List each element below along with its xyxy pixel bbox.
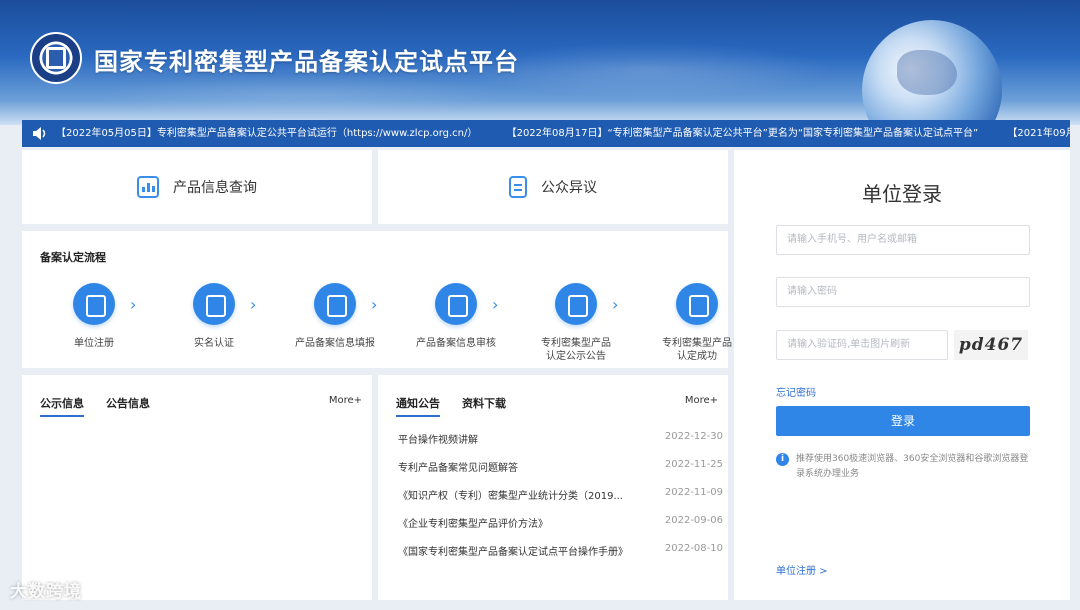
form-edit-icon <box>314 283 356 325</box>
tab-notices[interactable]: 通知公告 <box>396 395 440 417</box>
product-query-button[interactable]: 产品信息查询 <box>22 150 372 224</box>
info-icon: i <box>776 453 789 466</box>
chevron-right-icon: › <box>130 295 137 314</box>
objection-label: 公众异议 <box>541 180 597 196</box>
notice-item[interactable]: 【2022年05月05日】专利密集型产品备案认定公共平台试运行（https://… <box>56 128 477 139</box>
list-item[interactable]: 专利产品备案常见问题解答 2022-11-25 <box>398 459 723 487</box>
step-label: 产品备案信息填报 <box>295 338 375 349</box>
notice-item[interactable]: 【2022年08月17日】“专利密集型产品备案认定公共平台”更名为“国家专利密集… <box>507 128 979 139</box>
list-item[interactable]: 平台操作视频讲解 2022-12-30 <box>398 431 723 459</box>
notice-title[interactable]: 专利产品备案常见问题解答 <box>398 459 518 487</box>
user-check-icon <box>193 283 235 325</box>
notice-item[interactable]: 【2021年09月15日】专利密集型 <box>1007 128 1070 139</box>
list-item[interactable]: 《国家专利密集型产品备案认定试点平台操作手册》 2022-08-10 <box>398 543 723 571</box>
more-link[interactable]: More+ <box>329 395 362 406</box>
step-label: 产品备案信息审核 <box>416 338 496 349</box>
login-title: 单位登录 <box>862 182 942 206</box>
notice-date: 2022-08-10 <box>664 543 723 554</box>
step-label: 专利密集型产品 认定公示公告 <box>541 338 611 362</box>
notices-tabs: 通知公告 资料下载 <box>396 395 506 417</box>
login-button[interactable]: 登录 <box>776 406 1030 436</box>
objection-button[interactable]: 公众异议 <box>378 150 728 224</box>
notice-date: 2022-11-09 <box>664 487 723 498</box>
notice-title[interactable]: 《知识产权（专利）密集型产业统计分类（2019... <box>398 487 623 515</box>
notices-list: 平台操作视频讲解 2022-12-30 专利产品备案常见问题解答 2022-11… <box>398 431 723 571</box>
notice-title[interactable]: 《国家专利密集型产品备案认定试点平台操作手册》 <box>398 543 628 571</box>
product-query-label: 产品信息查询 <box>173 180 257 196</box>
tab-announcement-info[interactable]: 公告信息 <box>106 395 150 417</box>
captcha-image[interactable]: pd467 <box>954 330 1028 360</box>
username-field[interactable]: 请输入手机号、用户名或邮箱 <box>776 225 1030 255</box>
step-register: 单位注册 <box>34 283 154 350</box>
step-label: 单位注册 <box>74 338 114 349</box>
chevron-right-icon: › <box>371 295 378 314</box>
notices-panel: 通知公告 资料下载 More+ 平台操作视频讲解 2022-12-30 专利产品… <box>378 375 728 600</box>
notice-ticker: 【2022年05月05日】专利密集型产品备案认定公共平台试运行（https://… <box>56 120 1070 147</box>
step-label: 实名认证 <box>194 338 234 349</box>
watermark: 大数跨境 <box>10 582 82 602</box>
step-verify: 实名认证 <box>154 283 274 350</box>
chevron-right-icon: › <box>250 295 257 314</box>
chart-icon <box>137 176 159 198</box>
more-link[interactable]: More+ <box>685 395 718 406</box>
public-info-tabs: 公示信息 公告信息 <box>40 395 150 417</box>
globe-image <box>862 20 1002 125</box>
site-title: 国家专利密集型产品备案认定试点平台 <box>94 48 519 76</box>
process-panel: 备案认定流程 单位注册 › 实名认证 › 产品备案信息填报 › 产品备案信息审核… <box>22 231 732 368</box>
notice-title[interactable]: 平台操作视频讲解 <box>398 431 478 459</box>
public-info-panel: 公示信息 公告信息 More+ <box>22 375 372 600</box>
process-steps: 单位注册 › 实名认证 › 产品备案信息填报 › 产品备案信息审核 › 专利密集… <box>34 283 732 373</box>
building-icon <box>73 283 115 325</box>
login-panel: 单位登录 请输入手机号、用户名或邮箱 请输入密码 请输入验证码,单击图片刷新 p… <box>734 150 1070 600</box>
shield-check-icon <box>435 283 477 325</box>
list-item[interactable]: 《企业专利密集型产品评价方法》 2022-09-06 <box>398 515 723 543</box>
step-review: 产品备案信息审核 <box>396 283 516 350</box>
list-item[interactable]: 《知识产权（专利）密集型产业统计分类（2019... 2022-11-09 <box>398 487 723 515</box>
notice-bar: 【2022年05月05日】专利密集型产品备案认定公共平台试运行（https://… <box>22 120 1070 147</box>
process-title: 备案认定流程 <box>40 251 106 264</box>
browser-tip: 推荐使用360极速浏览器、360安全浏览器和谷歌浏览器登录系统办理业务 <box>796 454 1029 479</box>
register-link[interactable]: 单位注册 > <box>776 562 828 577</box>
certificate-icon <box>676 283 718 325</box>
logo-icon <box>30 32 82 84</box>
handshake-icon <box>555 283 597 325</box>
captcha-field[interactable]: 请输入验证码,单击图片刷新 <box>776 330 948 360</box>
speaker-icon <box>33 127 46 140</box>
notice-date: 2022-11-25 <box>664 459 723 470</box>
notice-date: 2022-12-30 <box>664 431 723 442</box>
forgot-password-link[interactable]: 忘记密码 <box>776 384 816 399</box>
document-icon <box>509 176 527 198</box>
notice-date: 2022-09-06 <box>664 515 723 526</box>
tab-public-info[interactable]: 公示信息 <box>40 395 84 417</box>
notice-title[interactable]: 《企业专利密集型产品评价方法》 <box>398 515 548 543</box>
tab-downloads[interactable]: 资料下载 <box>462 395 506 417</box>
chevron-right-icon: › <box>612 295 619 314</box>
step-fill: 产品备案信息填报 <box>275 283 395 350</box>
site-header: 国家专利密集型产品备案认定试点平台 <box>0 0 1080 125</box>
password-field[interactable]: 请输入密码 <box>776 277 1030 307</box>
chevron-right-icon: › <box>492 295 499 314</box>
